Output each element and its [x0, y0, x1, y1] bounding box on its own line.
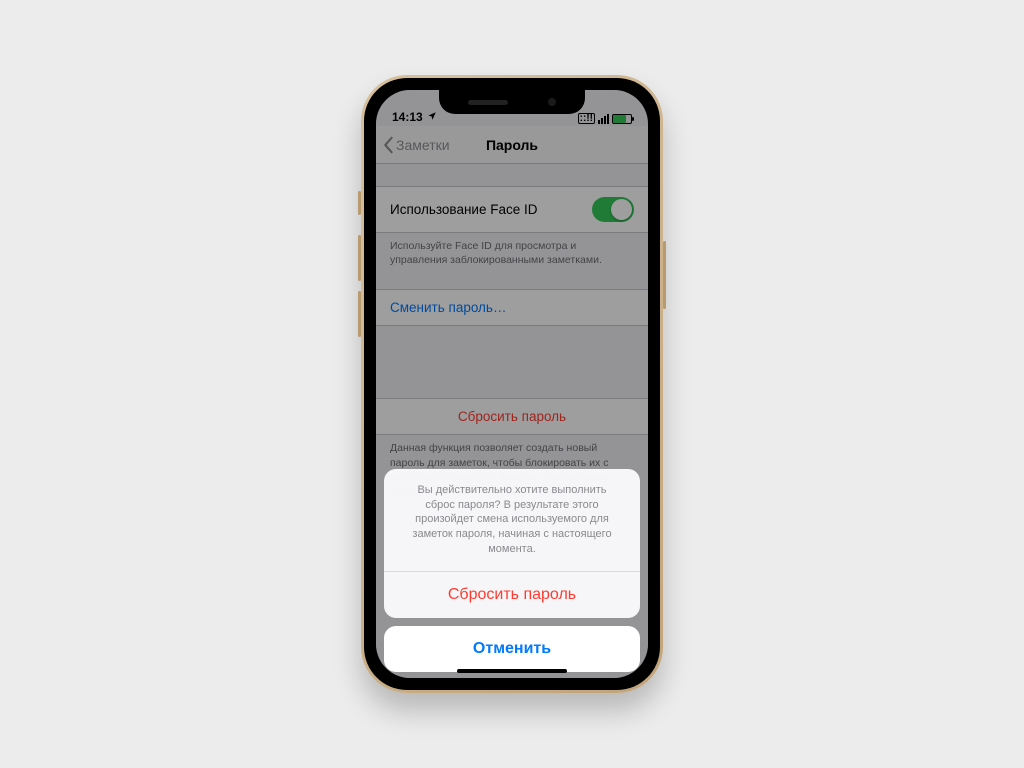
- action-sheet: Вы действительно хотите выполнить сброс …: [376, 469, 648, 678]
- sheet-reset-button[interactable]: Сбросить пароль: [384, 571, 640, 618]
- home-indicator[interactable]: [457, 669, 567, 673]
- screen: 14:13 ::!! Заметки Пароль: [376, 90, 648, 678]
- sheet-cancel-button[interactable]: Отменить: [384, 626, 640, 672]
- phone-frame: 14:13 ::!! Заметки Пароль: [361, 75, 663, 693]
- notch: [439, 90, 585, 114]
- sheet-message: Вы действительно хотите выполнить сброс …: [384, 469, 640, 571]
